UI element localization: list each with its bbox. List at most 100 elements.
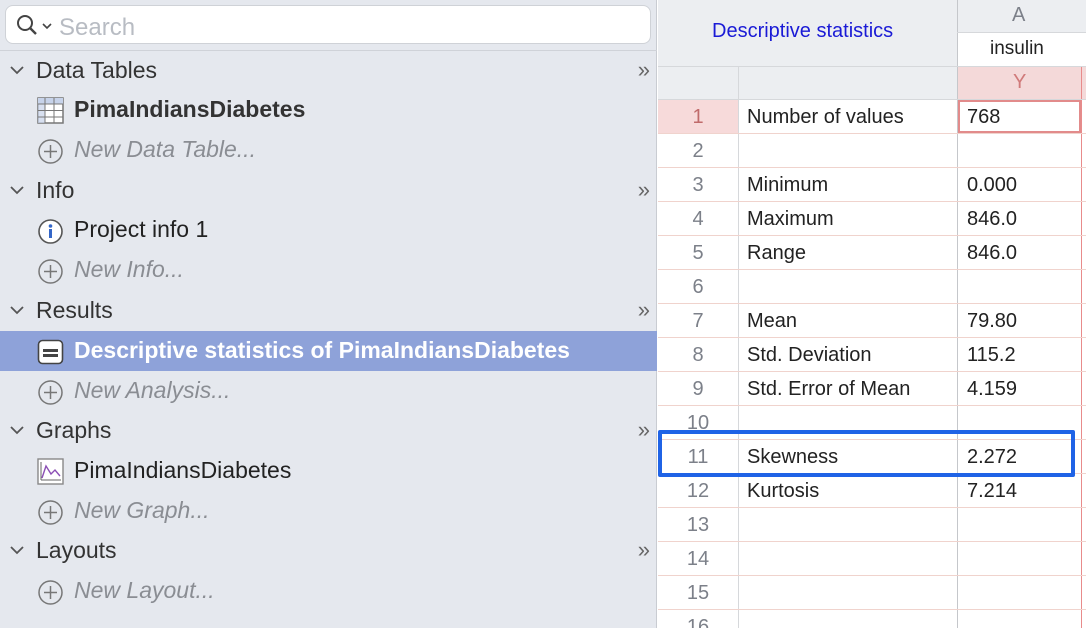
row-number[interactable]: 3	[658, 174, 738, 197]
grid-line	[738, 66, 739, 628]
row-label[interactable]: Range	[747, 242, 806, 265]
results-sheet-icon	[37, 339, 64, 365]
sidebar-item-new-layout[interactable]: New Layout...	[0, 571, 657, 611]
grid-line	[658, 235, 1086, 236]
grid-line	[1081, 66, 1082, 628]
row-label[interactable]: Kurtosis	[747, 480, 819, 503]
collapse-arrows-icon[interactable]: »	[638, 297, 650, 323]
sidebar-item-descriptive-statistics[interactable]: Descriptive statistics of PimaIndiansDia…	[0, 331, 657, 371]
grid-line	[658, 609, 1086, 610]
grid-line	[957, 0, 958, 628]
sidebar-item-label: New Layout...	[74, 577, 215, 603]
section-title: Results	[36, 297, 113, 323]
grid-line	[658, 66, 1086, 67]
add-circle-icon	[38, 580, 63, 605]
row-value[interactable]: 115.2	[967, 344, 1016, 367]
row-number[interactable]: 16	[658, 616, 738, 628]
row-number[interactable]: 6	[658, 276, 738, 299]
section-results[interactable]: Results »	[0, 291, 657, 331]
chevron-down-icon[interactable]	[42, 23, 52, 30]
grid-line	[658, 405, 1086, 406]
sheet-title: Descriptive statistics	[712, 20, 894, 42]
add-circle-icon	[38, 139, 63, 164]
search-icon[interactable]	[16, 14, 40, 38]
row-number[interactable]: 7	[658, 310, 738, 333]
add-circle-icon	[38, 500, 63, 525]
chevron-down-icon[interactable]	[9, 304, 25, 316]
row-value[interactable]: 846.0	[967, 242, 1017, 265]
row-number[interactable]: 14	[658, 548, 738, 571]
grid-line	[658, 371, 1086, 372]
search-placeholder[interactable]: Search	[59, 14, 135, 42]
grid-line	[658, 133, 1086, 134]
section-title: Layouts	[36, 537, 117, 563]
sidebar-item-data-table[interactable]: PimaIndiansDiabetes	[0, 90, 657, 130]
section-title: Graphs	[36, 417, 112, 443]
section-graphs[interactable]: Graphs »	[0, 411, 657, 451]
grid-line	[658, 269, 1086, 270]
row-label[interactable]: Std. Error of Mean	[747, 378, 910, 401]
row-number[interactable]: 5	[658, 242, 738, 265]
row-number[interactable]: 15	[658, 582, 738, 605]
row-label[interactable]: Number of values	[747, 106, 904, 129]
row-number[interactable]: 9	[658, 378, 738, 401]
info-icon	[38, 219, 63, 244]
column-letter: A	[1012, 4, 1026, 26]
collapse-arrows-icon[interactable]: »	[638, 57, 650, 83]
chevron-down-icon[interactable]	[9, 64, 25, 76]
column-title-cell[interactable]: insulin	[957, 32, 1086, 66]
grid-line	[658, 541, 1086, 542]
grid-line	[658, 303, 1086, 304]
sidebar-item-label: Descriptive statistics of PimaIndiansDia…	[74, 337, 570, 363]
row-value[interactable]: 79.80	[967, 310, 1017, 333]
section-info[interactable]: Info »	[0, 171, 657, 211]
grid-line	[658, 201, 1086, 202]
sidebar-item-label: Project info 1	[74, 216, 209, 242]
row-number[interactable]: 1	[658, 106, 738, 129]
sidebar-item-graph[interactable]: PimaIndiansDiabetes	[0, 451, 657, 491]
row-label[interactable]: Maximum	[747, 208, 834, 231]
row-label[interactable]: Mean	[747, 310, 797, 333]
navigator-sidebar: Search Data Tables » PimaIndiansDiabetes…	[0, 0, 657, 628]
row-value[interactable]: 4.159	[967, 378, 1017, 401]
row-value[interactable]: 0.000	[967, 174, 1017, 197]
sidebar-item-project-info[interactable]: Project info 1	[0, 210, 657, 250]
row-value[interactable]: 7.214	[967, 480, 1017, 503]
row-label[interactable]: Minimum	[747, 174, 828, 197]
row-label[interactable]: Std. Deviation	[747, 344, 872, 367]
row-value[interactable]: 846.0	[967, 208, 1017, 231]
chevron-down-icon[interactable]	[9, 544, 25, 556]
sidebar-item-label: New Data Table...	[74, 136, 256, 162]
results-sheet: Descriptive statistics A insulin Y 1 Num…	[658, 0, 1086, 628]
sidebar-item-new-data-table[interactable]: New Data Table...	[0, 130, 657, 170]
row-number[interactable]: 2	[658, 140, 738, 163]
search-box[interactable]: Search	[5, 5, 651, 44]
sidebar-item-new-info[interactable]: New Info...	[0, 250, 657, 290]
row-number[interactable]: 12	[658, 480, 738, 503]
sidebar-item-label: PimaIndiansDiabetes	[74, 96, 306, 122]
sidebar-item-new-graph[interactable]: New Graph...	[0, 491, 657, 531]
sidebar-item-label: New Graph...	[74, 497, 210, 523]
sidebar-item-label: PimaIndiansDiabetes	[74, 457, 292, 483]
collapse-arrows-icon[interactable]: »	[638, 537, 650, 563]
section-data-tables[interactable]: Data Tables »	[0, 51, 657, 91]
chevron-down-icon[interactable]	[9, 424, 25, 436]
collapse-arrows-icon[interactable]: »	[638, 417, 650, 443]
grid-line	[658, 575, 1086, 576]
chevron-down-icon[interactable]	[9, 184, 25, 196]
graph-icon	[37, 458, 64, 485]
skewness-highlight-box	[658, 430, 1075, 477]
grid-line	[957, 32, 1086, 33]
row-value[interactable]: 768	[967, 106, 1000, 129]
sidebar-item-new-analysis[interactable]: New Analysis...	[0, 371, 657, 411]
row-label-header	[658, 66, 957, 99]
section-layouts[interactable]: Layouts »	[0, 531, 657, 571]
row-number[interactable]: 8	[658, 344, 738, 367]
data-table-icon	[37, 97, 64, 124]
add-circle-icon	[38, 380, 63, 405]
row-number[interactable]: 13	[658, 514, 738, 537]
collapse-arrows-icon[interactable]: »	[638, 177, 650, 203]
grid-line	[658, 337, 1086, 338]
row-number[interactable]: 4	[658, 208, 738, 231]
grid-line	[658, 507, 1086, 508]
